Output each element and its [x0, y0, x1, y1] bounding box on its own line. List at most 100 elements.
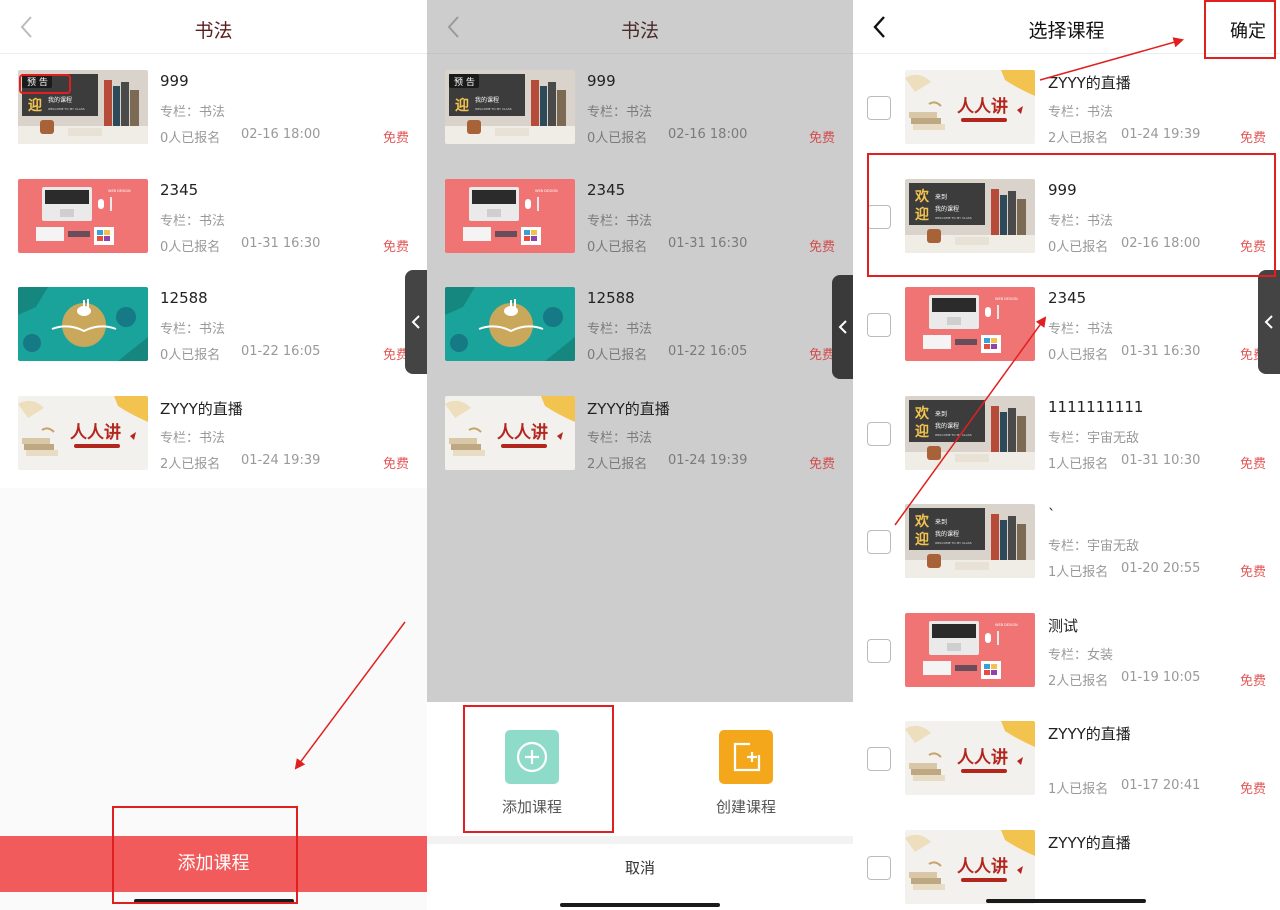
list-item[interactable]: 预 告 迎 我的课程 WELCOME TO MY CLASS 999 专栏：书法 0…	[0, 54, 427, 163]
list-item[interactable]: WEB DESIGN 2345 专栏：书法 0人已报名 01-31 16:30 免费	[0, 163, 427, 272]
renren-caption: 人人讲	[957, 856, 1008, 877]
price-badge: 免费	[1239, 456, 1266, 472]
course-time: 02-16 18:00	[1121, 235, 1201, 251]
enroll-count: 2人已报名	[1048, 131, 1109, 146]
renren-thumbnail: 人人讲	[445, 395, 575, 470]
page-title: 书法	[620, 20, 659, 42]
list-item[interactable]: 12588 专栏：书法 0人已报名 01-22 16:05 免费	[0, 271, 427, 380]
add-course-button[interactable]: 添加课程	[0, 836, 427, 892]
list-item[interactable]: WEB DESIGN 2345 专栏：书法 0人已报名 01-31 16:30 免费	[427, 163, 853, 272]
cancel-button[interactable]: 取消	[427, 857, 853, 878]
sheet-create-course-button[interactable]: 创建课程	[691, 730, 801, 817]
welcome-big-2: 迎	[28, 97, 42, 114]
list-item[interactable]: 欢 迎 来到 我的课程 WELCOME TO MY CLASS 999 专栏：书法…	[853, 163, 1280, 272]
item-checkbox[interactable]	[867, 747, 891, 771]
plus-circle-icon	[505, 730, 559, 784]
item-checkbox[interactable]	[867, 96, 891, 120]
enroll-count: 0人已报名	[160, 131, 221, 146]
list-item[interactable]: 欢 迎 来到 我的课程 WELCOME TO MY CLASS 11111111…	[853, 380, 1280, 489]
plus-square-icon	[719, 730, 773, 784]
renren-thumbnail: 人人讲	[905, 70, 1035, 144]
renren-thumbnail: 人人讲	[905, 829, 1035, 904]
course-name: 1111111111	[1048, 397, 1144, 416]
list-item[interactable]: WEB DESIGN 测试 专栏：女装 2人已报名 01-19 10:05 免费	[853, 597, 1280, 706]
nav-header: 选择课程 确定	[853, 0, 1280, 54]
list-item[interactable]: 欢 迎 来到 我的课程 WELCOME TO MY CLASS ` 专栏：宇宙无敌…	[853, 488, 1280, 597]
price-badge: 免费	[1239, 239, 1266, 255]
course-time: 01-31 16:30	[1121, 344, 1201, 359]
home-indicator	[560, 903, 720, 907]
course-thumbnail: 欢 迎 来到 我的课程 WELCOME TO MY CLASS	[905, 504, 1035, 578]
welcome-big-1: 欢	[914, 513, 930, 530]
course-time: 02-16 18:00	[668, 127, 748, 142]
enroll-count: 0人已报名	[1048, 348, 1109, 363]
chevron-left-icon	[838, 320, 847, 334]
nav-header: 书法	[0, 0, 427, 54]
confirm-button[interactable]: 确定	[1230, 17, 1266, 43]
list-item[interactable]: 人人讲 ZYYY的直播 专栏：书法 2人已报名 01-24 19:39 免费	[427, 380, 853, 489]
item-checkbox[interactable]	[867, 421, 891, 446]
course-name: 999	[1048, 180, 1077, 199]
enroll-count: 1人已报名	[1048, 456, 1109, 472]
course-thumbnail: 预 告 迎 我的课程 WELCOME TO MY CLASS	[18, 70, 148, 144]
side-collapse-tab[interactable]	[832, 275, 853, 379]
list-item[interactable]: 预 告 迎 我的课程 WELCOME TO MY CLASS 999 专栏：书法 0…	[427, 54, 853, 163]
welcome-big-2: 迎	[455, 97, 469, 114]
preview-badge: 预 告	[27, 76, 48, 88]
welcome-tiny: WELCOME TO MY CLASS	[48, 107, 85, 111]
list-item[interactable]: WEB DESIGN 2345 专栏：书法 0人已报名 01-31 16:30 免费	[853, 271, 1280, 380]
course-thumbnail: 欢 迎 来到 我的课程 WELCOME TO MY CLASS	[905, 178, 1035, 253]
sheet-divider	[427, 836, 853, 844]
panel-course-list: 书法 预 告 迎 我的课程 WELCOME TO MY CLASS 999 专栏：…	[0, 0, 427, 910]
moon-thumbnail	[18, 287, 148, 361]
panel-select-course: 选择课程 确定 人人讲 ZYYY的直播 专栏：书法 2人已报名 01-24 19:39…	[853, 0, 1280, 910]
list-item[interactable]: 人人讲 ZYYY的直播	[853, 814, 1280, 910]
course-name: 999	[160, 72, 189, 90]
price-badge: 免费	[382, 131, 409, 146]
enroll-count: 2人已报名	[587, 456, 648, 472]
welcome-small-2: 我的课程	[935, 422, 959, 430]
enroll-count: 0人已报名	[587, 131, 648, 146]
course-list-dimmed: 预 告 迎 我的课程 WELCOME TO MY CLASS 999 专栏：书法 0…	[427, 54, 853, 488]
list-item[interactable]: 人人讲 ZYYY的直播 专栏：书法 2人已报名 01-24 19:39 免费	[0, 380, 427, 489]
course-column: 专栏：宇宙无敌	[1048, 430, 1140, 446]
price-badge: 免费	[1239, 565, 1266, 580]
side-collapse-tab[interactable]	[1258, 270, 1280, 374]
course-column: 专栏：书法	[160, 322, 226, 337]
renren-caption: 人人讲	[497, 422, 548, 443]
item-checkbox[interactable]	[867, 855, 891, 880]
course-name: 999	[587, 72, 616, 90]
sheet-add-course-button[interactable]: 添加课程	[477, 730, 587, 817]
course-thumbnail: 人人讲	[905, 721, 1035, 795]
renren-caption: 人人讲	[957, 747, 1008, 768]
course-name: `	[1048, 506, 1056, 524]
selectable-course-list: 人人讲 ZYYY的直播 专栏：书法 2人已报名 01-24 19:39 免费 欢 迎 来…	[853, 54, 1280, 910]
course-thumbnail: 人人讲	[905, 829, 1035, 904]
welcome-tiny: WELCOME TO MY CLASS	[475, 107, 512, 111]
enroll-count: 0人已报名	[1048, 239, 1109, 255]
course-time: 01-17 20:41	[1121, 778, 1201, 793]
course-name: 2345	[1048, 289, 1087, 307]
enroll-count: 1人已报名	[1048, 782, 1109, 797]
item-checkbox[interactable]	[867, 530, 891, 554]
preview-badge: 预 告	[454, 76, 475, 88]
course-time: 01-22 16:05	[241, 344, 321, 359]
item-checkbox[interactable]	[867, 204, 891, 229]
renren-caption: 人人讲	[70, 422, 121, 443]
welcome-tiny: WELCOME TO MY CLASS	[935, 433, 972, 437]
list-item[interactable]: 人人讲 ZYYY的直播 专栏：书法 2人已报名 01-24 19:39 免费	[853, 54, 1280, 163]
list-item[interactable]: 12588 专栏：书法 0人已报名 01-22 16:05 免费	[427, 271, 853, 380]
item-checkbox[interactable]	[867, 638, 891, 663]
moon-thumbnail	[445, 287, 575, 361]
home-indicator	[986, 899, 1146, 903]
course-name: ZYYY的直播	[1048, 725, 1131, 743]
course-time: 01-22 16:05	[668, 344, 748, 359]
item-checkbox[interactable]	[867, 313, 891, 337]
enroll-count: 0人已报名	[587, 239, 648, 255]
course-column: 专栏：书法	[587, 322, 653, 337]
course-thumbnail	[18, 287, 148, 361]
course-thumbnail: 人人讲	[445, 395, 575, 470]
list-item[interactable]: 人人讲 ZYYY的直播 1人已报名 01-17 20:41 免费	[853, 705, 1280, 814]
side-collapse-tab[interactable]	[405, 270, 427, 374]
course-time: 01-31 10:30	[1121, 452, 1201, 468]
